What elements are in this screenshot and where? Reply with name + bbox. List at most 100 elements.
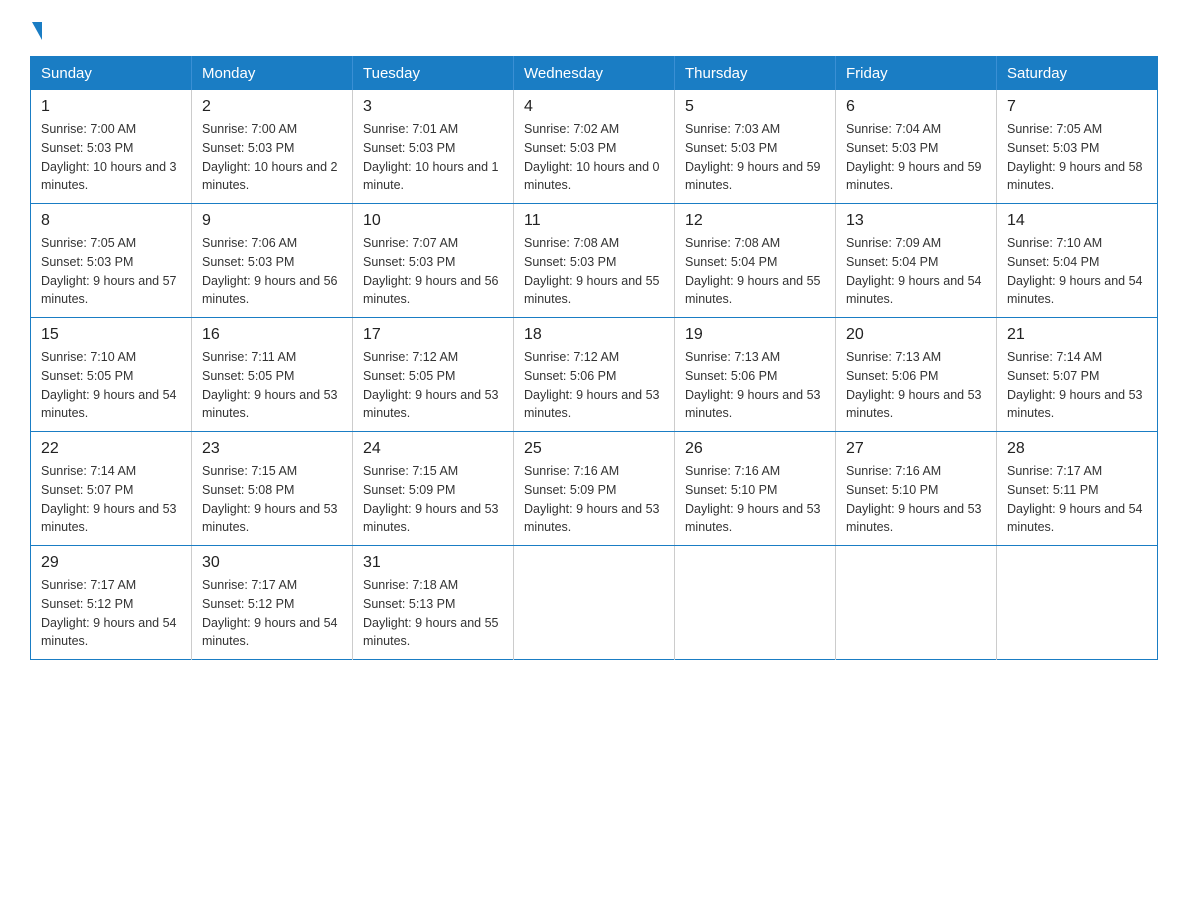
day-info: Sunrise: 7:08 AMSunset: 5:04 PMDaylight:… (685, 234, 825, 309)
day-number: 29 (41, 554, 181, 572)
day-number: 15 (41, 326, 181, 344)
calendar-cell (675, 546, 836, 660)
calendar-cell: 31Sunrise: 7:18 AMSunset: 5:13 PMDayligh… (353, 546, 514, 660)
day-info: Sunrise: 7:15 AMSunset: 5:08 PMDaylight:… (202, 462, 342, 537)
day-info: Sunrise: 7:06 AMSunset: 5:03 PMDaylight:… (202, 234, 342, 309)
calendar-cell: 9 Sunrise: 7:06 AMSunset: 5:03 PMDaylight… (192, 204, 353, 318)
day-number: 10 (363, 212, 503, 230)
calendar-cell: 20Sunrise: 7:13 AMSunset: 5:06 PMDayligh… (836, 318, 997, 432)
day-info: Sunrise: 7:00 AMSunset: 5:03 PMDaylight:… (202, 120, 342, 195)
day-info: Sunrise: 7:04 AMSunset: 5:03 PMDaylight:… (846, 120, 986, 195)
calendar-cell: 19 Sunrise: 7:13 AMSunset: 5:06 PMDayligh… (675, 318, 836, 432)
day-number: 9 (202, 212, 342, 230)
day-number: 4 (524, 98, 664, 116)
day-number: 18 (524, 326, 664, 344)
logo-triangle-icon (32, 22, 42, 40)
weekday-header-saturday: Saturday (997, 57, 1158, 91)
calendar-cell (836, 546, 997, 660)
page-header (30, 20, 1158, 36)
day-info: Sunrise: 7:09 AMSunset: 5:04 PMDaylight:… (846, 234, 986, 309)
day-info: Sunrise: 7:18 AMSunset: 5:13 PMDaylight:… (363, 576, 503, 651)
weekday-header-sunday: Sunday (31, 57, 192, 91)
day-number: 16 (202, 326, 342, 344)
day-number: 28 (1007, 440, 1147, 458)
weekday-header-row: SundayMondayTuesdayWednesdayThursdayFrid… (31, 57, 1158, 91)
day-number: 25 (524, 440, 664, 458)
calendar-cell: 29 Sunrise: 7:17 AMSunset: 5:12 PMDayligh… (31, 546, 192, 660)
day-info: Sunrise: 7:17 AMSunset: 5:12 PMDaylight:… (41, 576, 181, 651)
calendar-cell: 13Sunrise: 7:09 AMSunset: 5:04 PMDayligh… (836, 204, 997, 318)
calendar-cell: 14 Sunrise: 7:10 AMSunset: 5:04 PMDayligh… (997, 204, 1158, 318)
day-number: 24 (363, 440, 503, 458)
calendar-cell: 21Sunrise: 7:14 AMSunset: 5:07 PMDayligh… (997, 318, 1158, 432)
calendar-cell: 24 Sunrise: 7:15 AMSunset: 5:09 PMDayligh… (353, 432, 514, 546)
calendar-cell: 12 Sunrise: 7:08 AMSunset: 5:04 PMDayligh… (675, 204, 836, 318)
day-info: Sunrise: 7:02 AMSunset: 5:03 PMDaylight:… (524, 120, 664, 195)
day-info: Sunrise: 7:15 AMSunset: 5:09 PMDaylight:… (363, 462, 503, 537)
calendar-cell (997, 546, 1158, 660)
day-number: 5 (685, 98, 825, 116)
day-number: 23 (202, 440, 342, 458)
calendar-cell: 27 Sunrise: 7:16 AMSunset: 5:10 PMDayligh… (836, 432, 997, 546)
weekday-header-wednesday: Wednesday (514, 57, 675, 91)
weekday-header-friday: Friday (836, 57, 997, 91)
calendar-table: SundayMondayTuesdayWednesdayThursdayFrid… (30, 56, 1158, 660)
day-info: Sunrise: 7:10 AMSunset: 5:05 PMDaylight:… (41, 348, 181, 423)
week-row-3: 15 Sunrise: 7:10 AMSunset: 5:05 PMDayligh… (31, 318, 1158, 432)
day-number: 11 (524, 212, 664, 230)
calendar-cell: 7 Sunrise: 7:05 AMSunset: 5:03 PMDaylight… (997, 90, 1158, 204)
day-info: Sunrise: 7:16 AMSunset: 5:10 PMDaylight:… (846, 462, 986, 537)
calendar-cell: 4 Sunrise: 7:02 AMSunset: 5:03 PMDaylight… (514, 90, 675, 204)
calendar-cell: 18Sunrise: 7:12 AMSunset: 5:06 PMDayligh… (514, 318, 675, 432)
calendar-cell: 3 Sunrise: 7:01 AMSunset: 5:03 PMDaylight… (353, 90, 514, 204)
day-info: Sunrise: 7:05 AMSunset: 5:03 PMDaylight:… (41, 234, 181, 309)
day-number: 17 (363, 326, 503, 344)
day-info: Sunrise: 7:16 AMSunset: 5:09 PMDaylight:… (524, 462, 664, 537)
calendar-cell: 11 Sunrise: 7:08 AMSunset: 5:03 PMDayligh… (514, 204, 675, 318)
day-number: 20 (846, 326, 986, 344)
day-info: Sunrise: 7:10 AMSunset: 5:04 PMDaylight:… (1007, 234, 1147, 309)
day-info: Sunrise: 7:13 AMSunset: 5:06 PMDaylight:… (685, 348, 825, 423)
calendar-cell: 17 Sunrise: 7:12 AMSunset: 5:05 PMDayligh… (353, 318, 514, 432)
day-number: 22 (41, 440, 181, 458)
day-info: Sunrise: 7:12 AMSunset: 5:05 PMDaylight:… (363, 348, 503, 423)
day-number: 8 (41, 212, 181, 230)
week-row-4: 22 Sunrise: 7:14 AMSunset: 5:07 PMDayligh… (31, 432, 1158, 546)
calendar-cell: 15 Sunrise: 7:10 AMSunset: 5:05 PMDayligh… (31, 318, 192, 432)
calendar-cell: 22 Sunrise: 7:14 AMSunset: 5:07 PMDayligh… (31, 432, 192, 546)
calendar-cell: 1 Sunrise: 7:00 AMSunset: 5:03 PMDaylight… (31, 90, 192, 204)
calendar-cell: 10 Sunrise: 7:07 AMSunset: 5:03 PMDayligh… (353, 204, 514, 318)
day-number: 7 (1007, 98, 1147, 116)
day-number: 26 (685, 440, 825, 458)
day-number: 14 (1007, 212, 1147, 230)
day-number: 21 (1007, 326, 1147, 344)
day-number: 19 (685, 326, 825, 344)
day-number: 12 (685, 212, 825, 230)
day-info: Sunrise: 7:08 AMSunset: 5:03 PMDaylight:… (524, 234, 664, 309)
day-info: Sunrise: 7:17 AMSunset: 5:12 PMDaylight:… (202, 576, 342, 651)
calendar-cell: 26 Sunrise: 7:16 AMSunset: 5:10 PMDayligh… (675, 432, 836, 546)
day-info: Sunrise: 7:05 AMSunset: 5:03 PMDaylight:… (1007, 120, 1147, 195)
day-info: Sunrise: 7:11 AMSunset: 5:05 PMDaylight:… (202, 348, 342, 423)
logo (30, 20, 42, 36)
day-info: Sunrise: 7:00 AMSunset: 5:03 PMDaylight:… (41, 120, 181, 195)
day-number: 27 (846, 440, 986, 458)
calendar-cell: 25 Sunrise: 7:16 AMSunset: 5:09 PMDayligh… (514, 432, 675, 546)
day-info: Sunrise: 7:03 AMSunset: 5:03 PMDaylight:… (685, 120, 825, 195)
week-row-1: 1 Sunrise: 7:00 AMSunset: 5:03 PMDaylight… (31, 90, 1158, 204)
calendar-cell: 28Sunrise: 7:17 AMSunset: 5:11 PMDayligh… (997, 432, 1158, 546)
weekday-header-tuesday: Tuesday (353, 57, 514, 91)
day-info: Sunrise: 7:16 AMSunset: 5:10 PMDaylight:… (685, 462, 825, 537)
day-number: 3 (363, 98, 503, 116)
day-number: 1 (41, 98, 181, 116)
day-info: Sunrise: 7:07 AMSunset: 5:03 PMDaylight:… (363, 234, 503, 309)
week-row-2: 8 Sunrise: 7:05 AMSunset: 5:03 PMDaylight… (31, 204, 1158, 318)
day-info: Sunrise: 7:14 AMSunset: 5:07 PMDaylight:… (41, 462, 181, 537)
calendar-cell: 16 Sunrise: 7:11 AMSunset: 5:05 PMDayligh… (192, 318, 353, 432)
calendar-cell: 8 Sunrise: 7:05 AMSunset: 5:03 PMDaylight… (31, 204, 192, 318)
day-info: Sunrise: 7:01 AMSunset: 5:03 PMDaylight:… (363, 120, 503, 195)
day-number: 30 (202, 554, 342, 572)
weekday-header-thursday: Thursday (675, 57, 836, 91)
day-number: 6 (846, 98, 986, 116)
day-number: 2 (202, 98, 342, 116)
